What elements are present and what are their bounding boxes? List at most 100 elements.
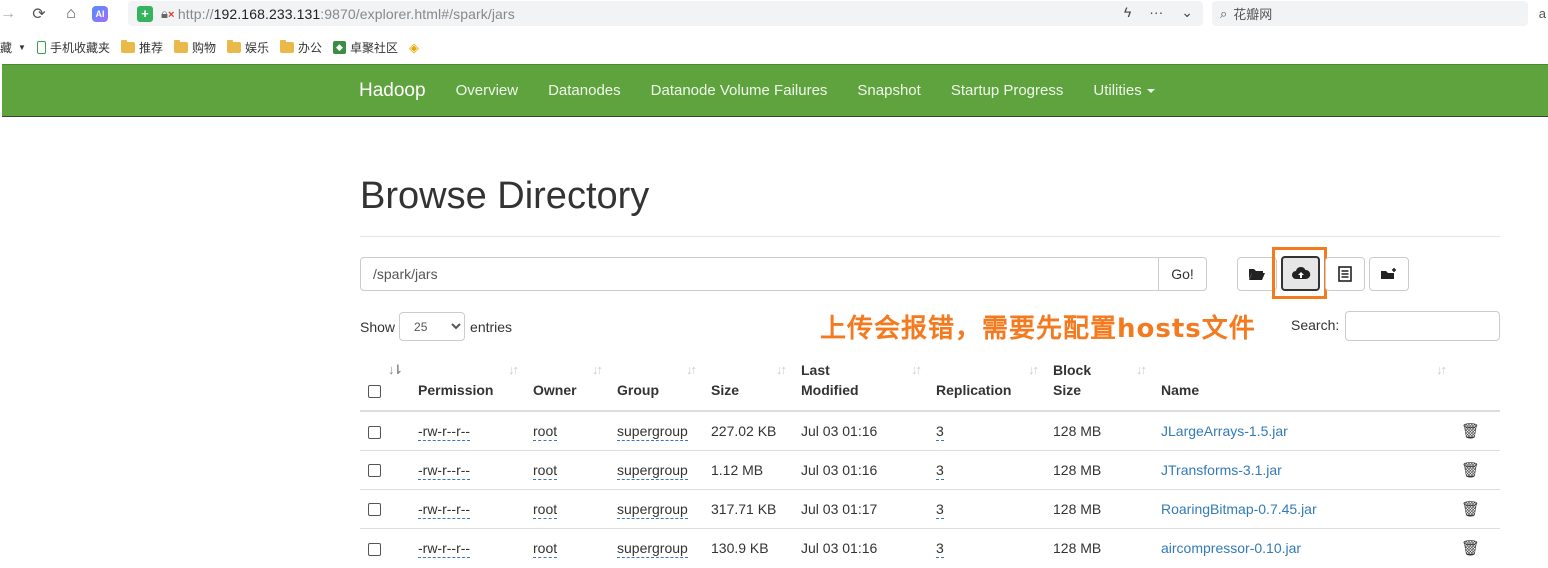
nav-datanodes[interactable]: Datanodes	[533, 82, 636, 99]
phone-icon	[36, 40, 46, 54]
header-group-label: Group	[617, 382, 659, 398]
block-size-cell: 128 MB	[1045, 488, 1153, 528]
nav-startup-progress[interactable]: Startup Progress	[936, 82, 1079, 99]
actions-cell: 🗑︎	[1453, 449, 1500, 489]
bookmark-item[interactable]: 购物	[173, 39, 216, 56]
browser-search-box[interactable]: ⌕ 花瓣网	[1212, 1, 1528, 26]
shield-icon[interactable]: +	[137, 5, 153, 22]
trash-icon[interactable]: 🗑︎	[1461, 423, 1480, 440]
group-link[interactable]: supergroup	[617, 539, 688, 558]
nav-overview[interactable]: Overview	[441, 82, 534, 99]
header-replication[interactable]: ↓↑ Replication	[928, 354, 1045, 412]
row-checkbox[interactable]	[368, 464, 381, 478]
bookmark-item[interactable]: 办公	[280, 39, 322, 56]
trash-icon[interactable]: 🗑︎	[1461, 540, 1480, 557]
more-icon[interactable]: ···	[1149, 4, 1163, 21]
header-size[interactable]: ↓↑ Size	[703, 354, 793, 412]
header-last-modified[interactable]: ↓↑ Last Modified	[793, 354, 928, 412]
file-name-link[interactable]: JTransforms-3.1.jar	[1161, 462, 1282, 478]
header-group[interactable]: ↓↑ Group	[609, 354, 703, 412]
url-text[interactable]: http://192.168.233.131:9870/explorer.htm…	[178, 6, 515, 22]
entries-select[interactable]: 25	[399, 312, 466, 341]
permission-link[interactable]: -rw-r--r--	[418, 422, 471, 441]
sort-icon: ↓↑	[686, 362, 697, 377]
trash-icon[interactable]: 🗑︎	[1461, 462, 1480, 479]
go-button[interactable]: Go!	[1158, 257, 1207, 291]
size-cell: 317.71 KB	[703, 488, 793, 528]
bookmark-item[interactable]: 手机收藏夹	[36, 39, 110, 56]
url-rest: :9870/explorer.html#/spark/jars	[320, 5, 515, 22]
owner-link[interactable]: root	[533, 500, 558, 519]
nav-volume-failures[interactable]: Datanode Volume Failures	[636, 82, 843, 99]
list-alt-icon	[1338, 266, 1352, 282]
search-icon: ⌕	[1220, 5, 1228, 21]
select-all-header[interactable]: ↓⇂	[360, 354, 410, 412]
file-name-link[interactable]: JLargeArrays-1.5.jar	[1161, 423, 1288, 439]
directory-path-input[interactable]	[360, 257, 1159, 291]
nav-utilities[interactable]: Utilities	[1078, 82, 1169, 99]
bookmark-item[interactable]: 推荐	[120, 39, 163, 56]
nav-snapshot[interactable]: Snapshot	[842, 82, 935, 99]
bookmark-item[interactable]: 藏 ▼	[0, 39, 26, 56]
group-cell: supergroup	[609, 410, 703, 450]
ai-assistant-icon[interactable]: AI	[92, 6, 108, 22]
row-checkbox[interactable]	[368, 425, 381, 439]
home-icon[interactable]: ⌂	[58, 5, 84, 23]
directory-table: ↓⇂ ↓↑ Permission ↓↑ Owner ↓↑ Group ↓↑ Size ↓…	[360, 354, 1500, 567]
header-name[interactable]: ↓↑ Name	[1153, 354, 1453, 412]
replication-link[interactable]: 3	[936, 500, 944, 519]
header-owner[interactable]: ↓↑ Owner	[525, 354, 609, 412]
sort-asc-icon[interactable]: ↓⇂	[388, 360, 403, 380]
trash-icon[interactable]: 🗑︎	[1461, 501, 1480, 518]
caret-down-icon: ▼	[18, 42, 26, 52]
divider	[360, 236, 1500, 237]
chevron-down-icon[interactable]: ⌄	[1181, 4, 1193, 21]
group-link[interactable]: supergroup	[617, 500, 688, 519]
replication-link[interactable]: 3	[936, 461, 944, 480]
navbar-brand[interactable]: Hadoop	[359, 80, 426, 102]
letter-icon[interactable]: a	[1539, 6, 1546, 21]
sort-icon: ↓↑	[1028, 362, 1039, 377]
select-all-checkbox[interactable]	[368, 384, 381, 398]
forward-icon[interactable]: →	[0, 5, 16, 23]
replication-link[interactable]: 3	[936, 539, 944, 558]
upload-files-button[interactable]	[1281, 256, 1320, 291]
cut-paste-button[interactable]	[1325, 257, 1365, 291]
browser-search-placeholder: 花瓣网	[1233, 7, 1273, 22]
file-name-link[interactable]: RoaringBitmap-0.7.45.jar	[1161, 501, 1317, 517]
table-row: -rw-r--r-- root supergroup 1.12 MB Jul 0…	[360, 449, 1500, 489]
row-checkbox[interactable]	[368, 503, 381, 517]
permission-link[interactable]: -rw-r--r--	[418, 500, 471, 519]
owner-link[interactable]: root	[533, 422, 558, 441]
header-size-label: Size	[711, 382, 740, 398]
new-folder-button[interactable]	[1369, 257, 1409, 291]
table-search-input[interactable]	[1345, 311, 1500, 341]
file-name-link[interactable]: aircompressor-0.10.jar	[1161, 540, 1301, 556]
size-cell: 130.9 KB	[703, 527, 793, 567]
hadoop-navbar: Hadoop Overview Datanodes Datanode Volum…	[2, 64, 1548, 117]
owner-link[interactable]: root	[533, 539, 558, 558]
owner-link[interactable]: root	[533, 461, 558, 480]
permission-link[interactable]: -rw-r--r--	[418, 461, 471, 480]
address-bar[interactable]: + 🔒︎ http://192.168.233.131:9870/explore…	[128, 1, 1203, 26]
header-block-size[interactable]: ↓↑ Block Size	[1045, 354, 1153, 412]
permission-link[interactable]: -rw-r--r--	[418, 539, 471, 558]
row-select-cell	[360, 488, 410, 528]
group-link[interactable]: supergroup	[617, 461, 688, 480]
replication-link[interactable]: 3	[936, 422, 944, 441]
reload-icon[interactable]: ⟳	[26, 4, 52, 24]
binance-icon[interactable]: ◈	[409, 41, 422, 54]
lightning-icon[interactable]: ϟ	[1124, 4, 1131, 21]
row-checkbox[interactable]	[368, 542, 381, 556]
insecure-lock-icon[interactable]: 🔒︎	[161, 6, 174, 22]
name-cell: aircompressor-0.10.jar	[1153, 527, 1453, 567]
header-owner-label: Owner	[533, 382, 577, 398]
create-directory-button[interactable]	[1237, 257, 1277, 291]
table-search-label: Search:	[1291, 317, 1340, 333]
group-link[interactable]: supergroup	[617, 422, 688, 441]
header-permission[interactable]: ↓↑ Permission	[410, 354, 525, 412]
bookmark-item[interactable]: ◆ 卓聚社区	[333, 39, 398, 56]
sort-icon: ↓↑	[592, 362, 603, 377]
name-cell: JLargeArrays-1.5.jar	[1153, 410, 1453, 450]
bookmark-item[interactable]: 娱乐	[226, 39, 269, 56]
